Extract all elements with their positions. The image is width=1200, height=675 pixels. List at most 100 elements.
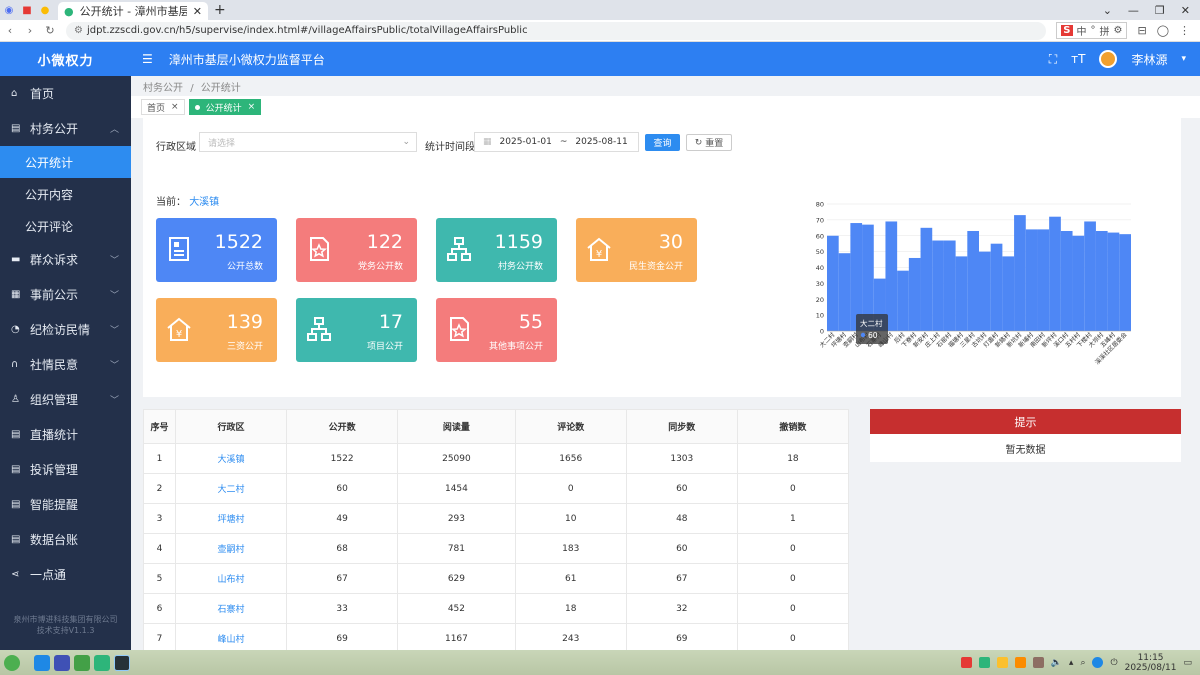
- back-icon[interactable]: ‹: [0, 24, 20, 37]
- stat-card-party[interactable]: 122 党务公开数: [296, 218, 417, 282]
- chart-bar[interactable]: [1037, 229, 1050, 331]
- sidebar-item-smart-reminder[interactable]: ▤ 智能提醒: [0, 487, 131, 522]
- sidebar-subitem-comment[interactable]: 公开评论: [0, 210, 131, 242]
- network-icon[interactable]: [1092, 657, 1104, 668]
- date-end[interactable]: 2025-08-11: [575, 137, 627, 147]
- sidebar-item-prior-notice[interactable]: ▦ 事前公示 ﹀: [0, 277, 131, 312]
- ime-settings-icon[interactable]: ⚙: [1114, 25, 1123, 36]
- sogou-tray-icon[interactable]: [960, 657, 972, 668]
- start-menu-icon[interactable]: [4, 654, 20, 671]
- table-cell-region-link[interactable]: 石寨村: [174, 593, 288, 624]
- app-logo[interactable]: 小微权力: [0, 42, 131, 76]
- chart-bar[interactable]: [1095, 230, 1108, 331]
- chart-bar[interactable]: [1060, 230, 1073, 331]
- chart-bar[interactable]: [827, 235, 839, 331]
- chart-bar[interactable]: [943, 240, 956, 331]
- sidebar-item-village-public[interactable]: ▤ 村务公开 ︿: [0, 111, 131, 146]
- sidebar-item-live-stats[interactable]: ▤ 直播统计: [0, 417, 131, 452]
- table-cell-region-link[interactable]: 山布村: [174, 563, 288, 594]
- sidebar-item-data-ledger[interactable]: ▤ 数据台账: [0, 522, 131, 557]
- chart-bar[interactable]: [932, 240, 944, 331]
- reset-button[interactable]: ↻ 重置: [686, 134, 732, 151]
- user-dropdown-icon[interactable]: ▾: [1181, 54, 1186, 64]
- close-window-icon[interactable]: ✕: [1181, 4, 1190, 17]
- site-info-icon[interactable]: ⚙: [74, 25, 83, 36]
- sidebar-item-discipline[interactable]: ◔ 纪检访民情 ﹀: [0, 312, 131, 347]
- sidebar-item-one-point[interactable]: ⋖ 一点通: [0, 557, 131, 592]
- shield-tray-icon[interactable]: [1014, 657, 1026, 668]
- tag-home[interactable]: 首页 ×: [141, 99, 185, 115]
- stat-card-three-assets[interactable]: ¥ 139 三资公开: [156, 298, 277, 362]
- chart-bar[interactable]: [1119, 234, 1131, 331]
- wps-sheet-icon[interactable]: [74, 654, 90, 671]
- sidebar-item-public-opinion[interactable]: ∩ 社情民意 ﹀: [0, 347, 131, 382]
- table-cell-region-link[interactable]: 壶嗣村: [174, 533, 288, 564]
- stat-card-village[interactable]: 1159 村务公开数: [436, 218, 557, 282]
- profile-icon[interactable]: ◯: [1157, 24, 1169, 37]
- chart-bar[interactable]: [908, 257, 921, 331]
- breadcrumb-parent[interactable]: 村务公开: [143, 83, 183, 94]
- chrome-icon[interactable]: ●: [36, 0, 54, 20]
- chart-bar[interactable]: [1107, 232, 1120, 331]
- chart-bar[interactable]: [990, 243, 1003, 331]
- ime-toolbar[interactable]: S 中 ° 拼 ⚙: [1056, 22, 1128, 39]
- avatar[interactable]: [1099, 50, 1118, 68]
- chart-bar[interactable]: [897, 270, 909, 331]
- stat-card-other[interactable]: 55 其他事项公开: [436, 298, 557, 362]
- user-name[interactable]: 李林源: [1131, 51, 1167, 68]
- table-cell-region-link[interactable]: 大二村: [174, 473, 288, 504]
- sidebar-subitem-content[interactable]: 公开内容: [0, 178, 131, 210]
- chart-bar[interactable]: [1025, 229, 1038, 331]
- browser-taskbar-icon[interactable]: [114, 654, 130, 671]
- sidebar-item-petition[interactable]: ▬ 群众诉求 ﹀: [0, 242, 131, 277]
- notification-icon[interactable]: ▭: [1183, 658, 1192, 668]
- tool-tray-icon[interactable]: [1032, 657, 1044, 668]
- chart-bar[interactable]: [955, 256, 968, 331]
- chart-bar[interactable]: [967, 230, 979, 331]
- tab-close-icon[interactable]: ✕: [193, 5, 202, 18]
- tag-close-icon[interactable]: ×: [171, 102, 179, 112]
- chart-bar[interactable]: [1002, 256, 1015, 331]
- new-tab-icon[interactable]: +: [214, 2, 226, 18]
- font-size-icon[interactable]: ᴛT: [1071, 52, 1085, 66]
- restore-icon[interactable]: ❐: [1155, 4, 1165, 17]
- table-cell-region-link[interactable]: 大溪镇: [174, 443, 288, 474]
- search-icon[interactable]: ⌕: [1080, 658, 1085, 668]
- ime-pinyin[interactable]: 拼: [1100, 23, 1110, 38]
- browser-tab[interactable]: ● 公开统计 - 漳州市基层小微权力监督平台 ✕: [58, 2, 208, 20]
- sidebar-item-home[interactable]: ⌂ 首页: [0, 76, 131, 111]
- current-region-link[interactable]: 大溪镇: [189, 197, 219, 208]
- village-bar-chart[interactable]: 01020304050607080大二村坪塘村壶嗣村山布村石寨村峰山村后村下寮村…: [813, 196, 1133, 376]
- wps-writer-icon[interactable]: [54, 654, 70, 671]
- chart-bar[interactable]: [979, 251, 991, 331]
- stat-card-project[interactable]: 17 项目公开: [296, 298, 417, 362]
- tag-stats[interactable]: 公开统计 ×: [188, 99, 262, 115]
- ime-symbol[interactable]: °: [1091, 25, 1096, 36]
- chart-bar[interactable]: [920, 227, 933, 331]
- app-shortcut-icon[interactable]: ■: [18, 0, 36, 20]
- clock[interactable]: 11:15 2025/08/11: [1125, 653, 1177, 673]
- chart-bar[interactable]: [838, 253, 851, 331]
- fullscreen-icon[interactable]: ⛶: [1049, 52, 1057, 67]
- sidebar-subitem-stats[interactable]: 公开统计: [0, 146, 131, 178]
- power-icon[interactable]: ⏻: [1110, 658, 1117, 668]
- wechat-tray-icon[interactable]: [978, 657, 990, 668]
- menu-icon[interactable]: ⋮: [1179, 24, 1190, 37]
- forward-icon[interactable]: ›: [20, 24, 40, 37]
- date-range-picker[interactable]: ▦ 2025-01-01 ~ 2025-08-11: [474, 132, 639, 152]
- url-field[interactable]: ⚙ jdpt.zzscdi.gov.cn/h5/supervise/index.…: [66, 21, 1047, 40]
- sidebar-item-complaint[interactable]: ▤ 投诉管理: [0, 452, 131, 487]
- menu-toggle-icon[interactable]: ☰: [142, 52, 153, 66]
- chart-bar[interactable]: [1049, 216, 1061, 331]
- query-button[interactable]: 查询: [645, 134, 680, 151]
- stat-card-livelihood[interactable]: ¥ 30 民生资金公开: [576, 218, 697, 282]
- sidebar-item-organization[interactable]: ♙ 组织管理 ﹀: [0, 382, 131, 417]
- date-start[interactable]: 2025-01-01: [500, 137, 552, 147]
- chart-bar[interactable]: [1072, 235, 1085, 331]
- stat-card-total[interactable]: 1522 公开总数: [156, 218, 277, 282]
- table-cell-region-link[interactable]: 坪塘村: [174, 503, 288, 534]
- window-list-icon[interactable]: ⌄: [1103, 4, 1112, 17]
- minimize-icon[interactable]: —: [1128, 4, 1139, 17]
- ime-mode-cn[interactable]: 中: [1077, 23, 1087, 38]
- tray-expand-icon[interactable]: ▴: [1069, 658, 1074, 668]
